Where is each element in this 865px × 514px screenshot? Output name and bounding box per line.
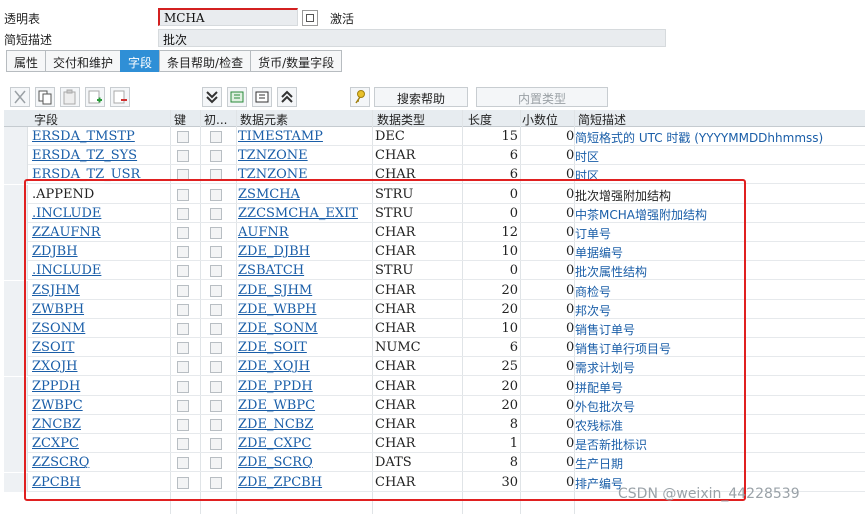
col-init-header[interactable]: 初... (204, 111, 227, 128)
tab-entry-help-check[interactable]: 条目帮助/检查 (159, 50, 251, 72)
field-name[interactable]: ERSDA_TZ_SYS (32, 148, 137, 163)
search-help-button[interactable]: 搜索帮助 (374, 87, 468, 107)
insert-struct-icon[interactable] (227, 87, 247, 107)
table-name-field[interactable]: MCHA (158, 8, 298, 26)
tab-attributes[interactable]: 属性 (6, 50, 46, 72)
short-description: 简短格式的 UTC 时戳 (YYYYMMDDhhmmss) (575, 131, 824, 145)
collapse-up-icon[interactable] (277, 87, 297, 107)
tab-strip: 属性 交付和维护 字段 条目帮助/检查 货币/数量字段 (6, 50, 343, 72)
tab-fields[interactable]: 字段 (120, 50, 160, 72)
table-toolbar: 搜索帮助 内置类型 (0, 84, 865, 110)
delete-row-icon[interactable] (110, 87, 130, 107)
key-checkbox[interactable] (177, 150, 189, 163)
row-selector[interactable] (4, 127, 28, 146)
table-row[interactable]: ERSDA_TMSTP TIMESTAMP DEC 15 0 简短格式的 UTC 时戳 (… (4, 127, 865, 146)
watermark: CSDN @weixin_44228539 (618, 486, 800, 502)
initial-checkbox[interactable] (210, 150, 222, 163)
length-value: 6 (509, 148, 518, 164)
row-selector[interactable] (4, 146, 28, 166)
short-description-field[interactable]: 批次 (158, 29, 666, 47)
data-element[interactable]: TZNZONE (238, 148, 308, 163)
length-value: 15 (501, 129, 518, 144)
cut-icon[interactable] (10, 87, 30, 107)
desc-label: 简短描述 (4, 33, 53, 47)
tab-delivery-maintenance[interactable]: 交付和维护 (45, 50, 121, 72)
status-text: 激活 (330, 12, 355, 26)
builtin-type-button[interactable]: 内置类型 (476, 87, 608, 107)
insert-row-icon[interactable] (85, 87, 105, 107)
paste-icon[interactable] (60, 87, 80, 107)
col-desc-header[interactable]: 简短描述 (578, 111, 626, 128)
decimals-value: 0 (566, 148, 575, 164)
col-type-header[interactable]: 数据类型 (377, 111, 425, 128)
col-element-header[interactable]: 数据元素 (240, 111, 288, 128)
initial-checkbox[interactable] (210, 131, 222, 143)
collapse-down-icon[interactable] (202, 87, 222, 107)
short-description: 时区 (575, 150, 600, 165)
key-checkbox[interactable] (177, 131, 189, 143)
search-help-key-icon[interactable] (350, 87, 370, 107)
data-type: DEC (375, 129, 405, 144)
table-label: 透明表 (4, 12, 41, 26)
table-row[interactable]: ERSDA_TZ_SYS TZNZONE CHAR 6 0 时区 (4, 146, 865, 166)
data-element[interactable]: TIMESTAMP (238, 129, 323, 144)
col-length-header[interactable]: 长度 (468, 111, 492, 128)
tab-currency-quantity[interactable]: 货币/数量字段 (250, 50, 343, 72)
col-decimals-header[interactable]: 小数位 (522, 111, 558, 128)
col-field-header[interactable]: 字段 (34, 111, 58, 128)
data-type: CHAR (375, 148, 416, 164)
copy-icon[interactable] (35, 87, 55, 107)
include-icon[interactable] (252, 87, 272, 107)
field-name[interactable]: ERSDA_TMSTP (32, 129, 135, 144)
col-key-header[interactable]: 键 (174, 111, 186, 128)
decimals-value: 0 (566, 129, 575, 144)
highlight-box (24, 179, 746, 501)
table-header: 字段 键 初... 数据元素 数据类型 长度 小数位 简短描述 (4, 110, 865, 127)
display-object-icon[interactable] (302, 10, 318, 26)
